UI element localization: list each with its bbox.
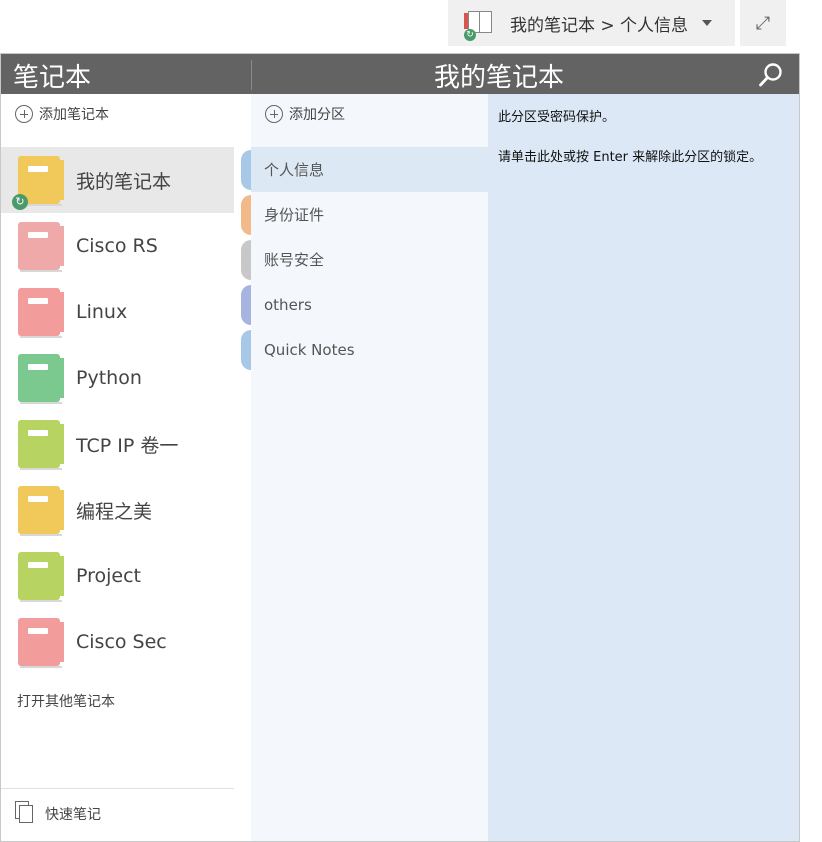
section-tab[interactable]: 账号安全 [241,237,488,282]
notebook-item[interactable]: Python [1,345,234,411]
notebook-item[interactable]: Linux [1,279,234,345]
notebook-name: TCP IP 卷一 [76,434,179,457]
notebook-item[interactable]: ↻ 我的笔记本 [1,147,234,213]
plus-circle-icon [15,105,33,123]
section-name: 个人信息 [264,161,325,179]
notebook-name: 编程之美 [76,500,153,523]
locked-section-message[interactable]: 此分区受密码保护。 请单击此处或按 Enter 来解除此分区的锁定。 [488,94,799,841]
notebook-book-icon [18,550,64,602]
divider [1,788,234,789]
breadcrumb-bar[interactable]: ↻ 我的笔记本 > 个人信息 [448,0,735,46]
add-section-button[interactable]: 添加分区 [265,104,345,124]
notebook-item[interactable]: TCP IP 卷一 [1,411,234,477]
add-section-label: 添加分区 [289,107,345,123]
section-color-tab [241,285,251,325]
section-color-tab [241,195,251,235]
unlock-instructions-text: 请单击此处或按 Enter 来解除此分区的锁定。 [498,150,763,165]
section-tab[interactable]: Quick Notes [241,327,488,372]
section-name: 账号安全 [264,251,325,269]
notebook-icon: ↻ [464,7,494,41]
open-other-notebooks-link[interactable]: 打开其他笔记本 [17,691,115,711]
notebook-name: Linux [76,301,128,323]
notebook-name: Cisco RS [76,235,158,257]
chevron-down-icon[interactable] [702,20,713,26]
section-color-tab [241,240,251,280]
section-tab[interactable]: 身份证件 [241,192,488,237]
notebook-book-icon [18,484,64,536]
sync-icon: ↻ [464,29,476,41]
notebook-item[interactable]: Project [1,543,234,609]
quick-notes-icon [15,801,37,827]
notebook-name: Python [76,367,142,389]
notebooks-pane: 添加笔记本 ↻ 我的笔记本 Cisco RS Linux Python TCP IP 卷一… [1,94,251,841]
quick-notes-label: 快速笔记 [45,807,101,823]
notebook-list: ↻ 我的笔记本 Cisco RS Linux Python TCP IP 卷一 编程之美 Pr… [1,147,234,675]
notebook-item[interactable]: Cisco RS [1,213,234,279]
notebook-book-icon [18,286,64,338]
search-icon[interactable] [758,62,784,88]
notebook-name: Project [76,565,142,587]
notebook-item[interactable]: Cisco Sec [1,609,234,675]
notebook-name: 我的笔记本 [76,170,172,193]
expand-button[interactable]: ⤢ [740,0,786,46]
section-tab[interactable]: 个人信息 [241,147,488,192]
section-color-tab [241,330,251,370]
sections-pane: 添加分区 个人信息身份证件账号安全 others Quick Notes [241,94,488,841]
notebook-book-icon [18,616,64,668]
notebooks-title: 笔记本 [13,63,92,93]
notebook-book-icon [18,220,64,272]
header-divider [251,60,252,90]
expand-icon: ⤢ [755,12,771,34]
sync-icon: ↻ [12,194,28,210]
notebook-book-icon [18,352,64,404]
plus-circle-icon [265,105,283,123]
add-notebook-button[interactable]: 添加笔记本 [15,104,109,124]
notebook-name: Cisco Sec [76,631,167,653]
breadcrumb: 我的笔记本 > 个人信息 [510,15,689,36]
current-notebook-title: 我的笔记本 [434,63,565,93]
section-name: 身份证件 [264,206,325,224]
add-notebook-label: 添加笔记本 [39,107,109,123]
onenote-window: ↻ 我的笔记本 > 个人信息 ⤢ 笔记本 我的笔记本 添加笔记本 ↻ 我的笔记本 C… [0,0,822,842]
password-protected-text: 此分区受密码保护。 [498,110,616,125]
notebook-book-icon [18,418,64,470]
section-list: 个人信息身份证件账号安全 others Quick Notes [241,147,488,372]
navigator-header: 笔记本 我的笔记本 [1,54,799,94]
notebook-navigator: 笔记本 我的笔记本 添加笔记本 ↻ 我的笔记本 Cisco RS Linux Pytho… [0,53,800,842]
section-color-tab [241,150,251,190]
section-name: others [264,295,312,314]
notebook-item[interactable]: 编程之美 [1,477,234,543]
notebook-book-icon: ↻ [12,154,64,210]
section-name: Quick Notes [264,340,355,359]
quick-notes-button[interactable]: 快速笔记 [15,801,101,827]
section-tab[interactable]: others [241,282,488,327]
